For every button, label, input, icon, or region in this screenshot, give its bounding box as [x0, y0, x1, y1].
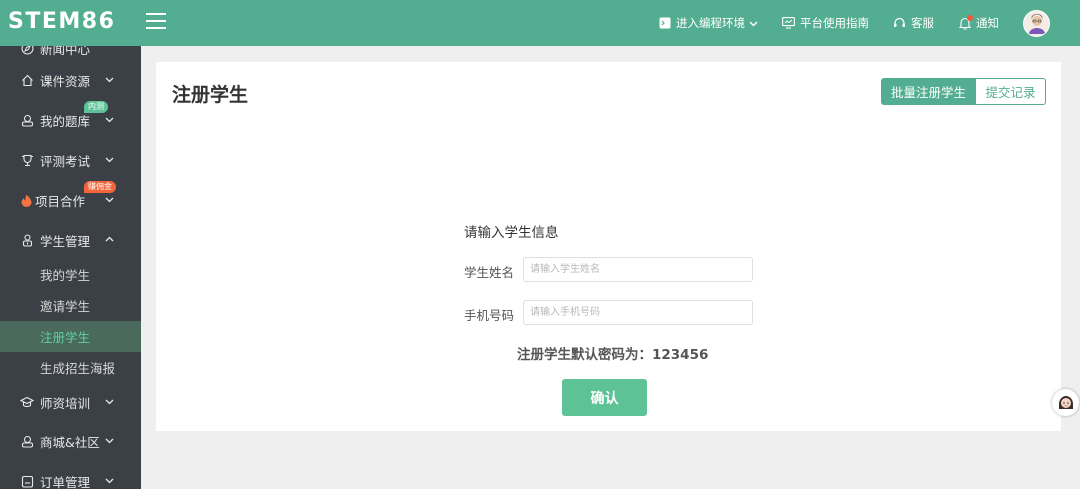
platform-guide-link[interactable]: 平台使用指南	[782, 15, 869, 31]
sidebar-item-courseware[interactable]: 课件资源	[0, 65, 141, 95]
sidebar-item-label: 订单管理	[40, 474, 91, 489]
sidebar-subitem-register-students[interactable]: 注册学生	[0, 321, 141, 352]
sidebar-item-student-management[interactable]: 学生管理	[0, 225, 141, 255]
commission-badge: 赚佣金	[84, 181, 116, 193]
sidebar-item-teacher-training[interactable]: 师资培训	[0, 387, 141, 417]
form-title: 请输入学生信息	[464, 225, 559, 241]
page-title: 注册学生	[172, 84, 249, 106]
submission-records-button[interactable]: 提交记录	[976, 78, 1046, 105]
enter-coding-env-label: 进入编程环境	[676, 16, 745, 30]
customer-service-link[interactable]: 客服	[893, 15, 934, 31]
notifications-label: 通知	[976, 16, 999, 30]
user-book-icon	[20, 113, 34, 127]
bell-icon	[958, 14, 973, 30]
chevron-down-icon	[105, 438, 114, 444]
sidebar-item-order-management[interactable]: 订单管理	[0, 466, 141, 489]
customer-service-label: 客服	[911, 16, 934, 30]
sidebar: 新闻中心 课件资源 我的题库 内测 评测考试 项目合作 赚佣金 学生管理 我的学…	[0, 46, 141, 489]
sidebar-item-label: 新闻中心	[40, 46, 91, 57]
home-icon	[20, 73, 34, 87]
chevron-down-icon	[105, 117, 114, 123]
sidebar-item-label: 项目合作	[35, 193, 86, 209]
top-bar: STEM86 进入编程环境 平台使用指南 客服 通知	[0, 0, 1080, 46]
user-avatar[interactable]	[1023, 9, 1050, 37]
menu-toggle-icon[interactable]	[146, 13, 166, 30]
register-student-card: 注册学生 批量注册学生 提交记录 请输入学生信息 学生姓名 手机号码 注册学生默…	[156, 62, 1061, 431]
user-book-icon	[20, 434, 34, 448]
user-lock-icon	[20, 233, 34, 247]
sidebar-subitem-my-students[interactable]: 我的学生	[0, 259, 141, 290]
platform-guide-label: 平台使用指南	[800, 16, 869, 30]
notification-dot	[967, 14, 973, 21]
clipboard-icon	[20, 474, 34, 488]
sidebar-subitem-invite-students[interactable]: 邀请学生	[0, 290, 141, 321]
sidebar-item-project-cooperation[interactable]: 项目合作 赚佣金	[0, 181, 141, 215]
sidebar-item-label: 我的题库	[40, 113, 91, 129]
name-label: 学生姓名	[464, 265, 515, 280]
sidebar-subitem-recruitment-poster[interactable]: 生成招生海报	[0, 352, 141, 383]
top-actions: 进入编程环境 平台使用指南 客服 通知	[658, 0, 1080, 46]
sidebar-item-mall-community[interactable]: 商城&社区	[0, 426, 141, 456]
chevron-down-icon	[105, 197, 114, 203]
graduation-cap-icon	[20, 395, 34, 409]
sidebar-item-exams[interactable]: 评测考试	[0, 145, 141, 175]
header-button-group: 批量注册学生 提交记录	[881, 78, 1046, 105]
sidebar-item-label: 课件资源	[40, 73, 91, 89]
compass-icon	[20, 46, 34, 55]
sidebar-item-question-bank[interactable]: 我的题库 内测	[0, 101, 141, 135]
chevron-down-icon	[105, 77, 114, 83]
enter-coding-env-menu[interactable]: 进入编程环境	[658, 15, 758, 31]
chevron-down-icon	[105, 399, 114, 405]
confirm-button[interactable]: 确认	[562, 379, 647, 416]
default-password-note: 注册学生默认密码为：123456	[517, 347, 709, 363]
sidebar-item-label: 师资培训	[40, 395, 91, 411]
flame-icon	[20, 193, 32, 207]
trophy-icon	[20, 153, 34, 167]
phone-number-input[interactable]	[523, 300, 753, 325]
phone-label: 手机号码	[464, 308, 515, 323]
notifications-link[interactable]: 通知	[958, 14, 999, 31]
chevron-down-icon	[105, 157, 114, 163]
sidebar-item-label: 学生管理	[40, 233, 91, 249]
sidebar-item-news[interactable]: 新闻中心	[0, 46, 141, 63]
beta-badge: 内测	[84, 101, 108, 113]
chevron-down-icon	[749, 19, 758, 28]
batch-register-button[interactable]: 批量注册学生	[881, 78, 976, 105]
sidebar-item-label: 评测考试	[40, 153, 91, 169]
monitor-chart-icon	[782, 17, 795, 30]
headset-icon	[893, 17, 906, 30]
chevron-down-icon	[105, 478, 114, 484]
chevron-up-icon	[105, 236, 114, 242]
logo[interactable]: STEM86	[8, 9, 115, 35]
terminal-icon	[658, 17, 671, 30]
support-avatar-button[interactable]	[1052, 389, 1079, 416]
student-name-input[interactable]	[523, 257, 753, 282]
sidebar-item-label: 商城&社区	[40, 434, 100, 450]
